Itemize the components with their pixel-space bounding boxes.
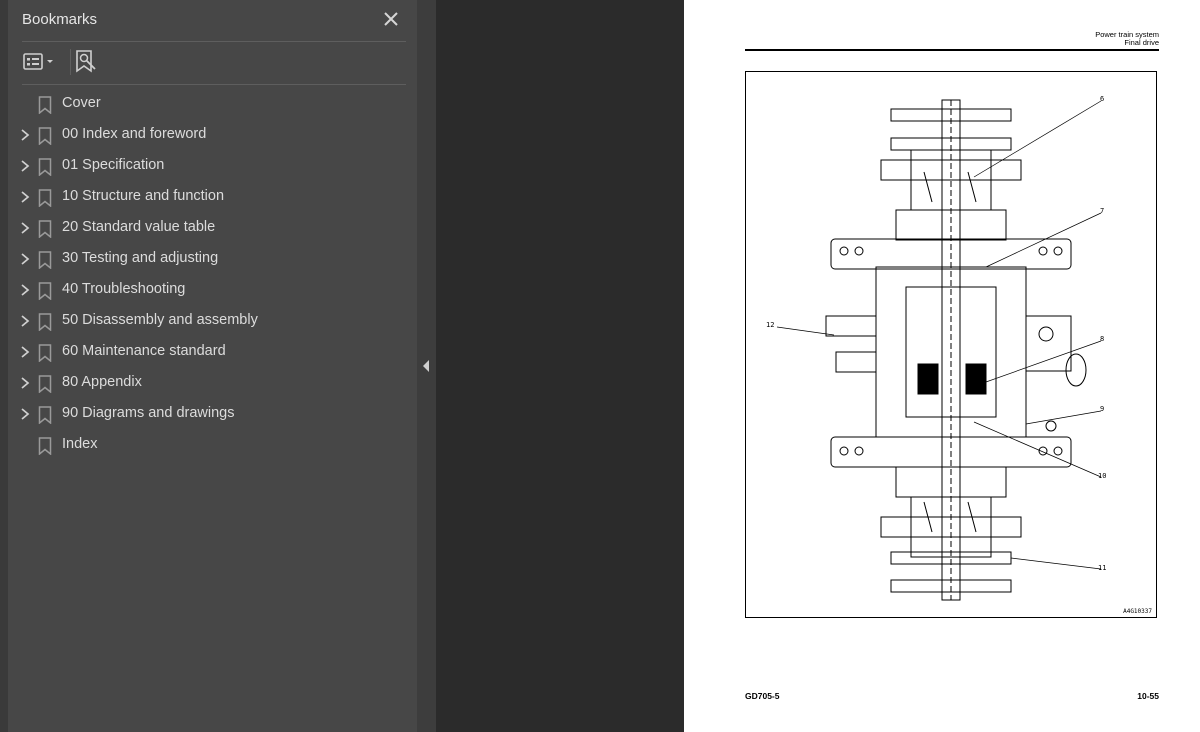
- bookmarks-panel: Bookmarks Cover 00 Index and foreword 01…: [8, 0, 417, 732]
- bookmark-item[interactable]: Index: [8, 430, 417, 461]
- bookmark-item[interactable]: 50 Disassembly and assembly: [8, 306, 417, 337]
- bookmark-label: 01 Specification: [62, 157, 165, 173]
- find-bookmark-icon: [76, 50, 96, 73]
- bookmark-item[interactable]: 20 Standard value table: [8, 213, 417, 244]
- find-bookmark-button[interactable]: [74, 49, 98, 80]
- bookmark-icon: [38, 375, 52, 394]
- bookmark-item[interactable]: 90 Diagrams and drawings: [8, 399, 417, 430]
- header-divider: [22, 41, 406, 42]
- page-footer-model: GD705-5: [745, 691, 780, 701]
- bookmark-item[interactable]: 30 Testing and adjusting: [8, 244, 417, 275]
- bookmark-item[interactable]: 10 Structure and function: [8, 182, 417, 213]
- bookmark-item[interactable]: 00 Index and foreword: [8, 120, 417, 151]
- toolbar-separator: [70, 49, 71, 75]
- bookmark-icon: [38, 282, 52, 301]
- chevron-right-icon[interactable]: [18, 406, 32, 422]
- callout-label: 12: [766, 321, 775, 329]
- panel-header: Bookmarks: [8, 0, 417, 42]
- chevron-right-icon[interactable]: [18, 158, 32, 174]
- callout-label: 10: [1098, 472, 1107, 480]
- chevron-right-icon[interactable]: [18, 313, 32, 329]
- bookmark-label: 90 Diagrams and drawings: [62, 405, 235, 421]
- figure-id: A4G10337: [1123, 608, 1152, 615]
- final-drive-diagram: 6 7 12 8 9 10 11 A4G10337: [745, 71, 1157, 618]
- bookmark-icon: [38, 220, 52, 239]
- chevron-right-icon[interactable]: [18, 127, 32, 143]
- bookmark-item[interactable]: Cover: [8, 89, 417, 120]
- bookmark-label: 50 Disassembly and assembly: [62, 312, 258, 328]
- page-header-subsection: Final drive: [1124, 38, 1159, 47]
- page-number: 10-55: [1137, 691, 1159, 701]
- bookmark-icon: [38, 96, 52, 115]
- chevron-right-icon[interactable]: [18, 375, 32, 391]
- pdf-page: Power train system Final drive 6 7 12 8 …: [684, 0, 1200, 732]
- bookmark-item[interactable]: 80 Appendix: [8, 368, 417, 399]
- bookmark-list: Cover 00 Index and foreword 01 Specifica…: [8, 89, 417, 461]
- bookmark-icon: [38, 127, 52, 146]
- bookmark-label: 20 Standard value table: [62, 219, 216, 235]
- bookmark-icon: [38, 251, 52, 270]
- bookmark-icon: [38, 189, 52, 208]
- bookmark-icon: [38, 344, 52, 363]
- options-menu-icon: [23, 53, 53, 70]
- bookmark-item[interactable]: 01 Specification: [8, 151, 417, 182]
- bookmark-label: 10 Structure and function: [62, 188, 225, 204]
- bookmark-icon: [38, 437, 52, 456]
- close-icon[interactable]: [380, 8, 402, 30]
- bookmark-icon: [38, 313, 52, 332]
- panel-title: Bookmarks: [22, 11, 98, 28]
- bookmark-icon: [38, 406, 52, 425]
- chevron-right-icon[interactable]: [18, 344, 32, 360]
- bookmark-label: 80 Appendix: [62, 374, 142, 390]
- collapse-panel-button[interactable]: [417, 0, 436, 732]
- callout-label: 9: [1100, 405, 1105, 413]
- bookmark-item[interactable]: 40 Troubleshooting: [8, 275, 417, 306]
- chevron-right-icon[interactable]: [18, 220, 32, 236]
- bookmark-label: 30 Testing and adjusting: [62, 250, 219, 266]
- bookmark-item[interactable]: 60 Maintenance standard: [8, 337, 417, 368]
- callout-label: 6: [1100, 95, 1105, 103]
- collapse-arrow-icon: [423, 360, 429, 372]
- bookmark-label: 40 Troubleshooting: [62, 281, 186, 297]
- callout-label: 11: [1098, 564, 1107, 572]
- chevron-right-icon[interactable]: [18, 282, 32, 298]
- bookmark-label: Index: [62, 436, 98, 452]
- toolbar-divider: [22, 84, 406, 85]
- callout-label: 7: [1100, 207, 1105, 215]
- bookmark-label: 00 Index and foreword: [62, 126, 207, 142]
- options-menu-button[interactable]: [22, 51, 58, 78]
- header-rule: [745, 49, 1159, 51]
- final-drive-drawing: [776, 99, 1102, 601]
- bookmark-label: 60 Maintenance standard: [62, 343, 226, 359]
- callout-label: 8: [1100, 335, 1105, 343]
- bookmark-icon: [38, 158, 52, 177]
- chevron-right-icon[interactable]: [18, 251, 32, 267]
- chevron-right-icon[interactable]: [18, 189, 32, 205]
- bookmark-label: Cover: [62, 95, 101, 111]
